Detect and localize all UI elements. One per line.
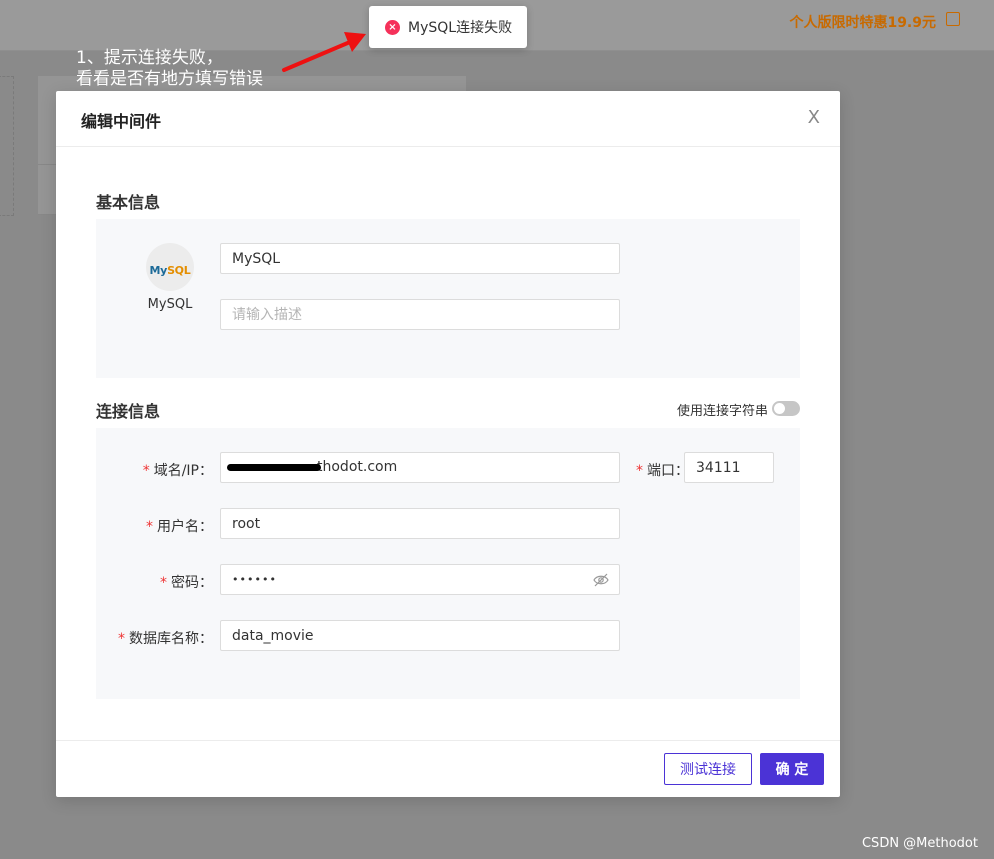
required-mark: * <box>118 631 125 647</box>
connection-info-title: 连接信息 <box>96 402 161 421</box>
required-mark: * <box>146 519 153 535</box>
close-icon[interactable]: X <box>808 107 820 129</box>
password-label: * 密码： <box>160 575 213 591</box>
required-mark: * <box>160 575 167 591</box>
host-value: thodot.com <box>317 459 398 475</box>
logo-caption: MySQL <box>147 297 193 312</box>
background-divider <box>38 164 58 165</box>
annotation-note: 1、提示连接失败， 看看是否有地方填写错误 <box>76 48 263 90</box>
required-mark: * <box>636 463 643 479</box>
toggle-knob <box>774 403 785 414</box>
eye-slash-icon[interactable] <box>593 573 609 587</box>
background-divider <box>38 214 58 215</box>
port-input[interactable] <box>684 452 774 483</box>
redaction-mark <box>227 464 321 471</box>
red-arrow-icon <box>282 32 366 72</box>
error-toast: × MySQL连接失败 <box>369 6 527 48</box>
watermark: CSDN @Methodot <box>861 836 978 851</box>
host-label: * 域名/IP： <box>142 463 213 479</box>
connection-string-toggle-label: 使用连接字符串 <box>676 404 768 419</box>
toast-message: MySQL连接失败 <box>408 20 513 36</box>
password-input[interactable]: •••••• <box>220 564 620 595</box>
password-value: •••••• <box>232 573 277 586</box>
annotation-line-2: 看看是否有地方填写错误 <box>76 69 263 89</box>
username-input[interactable] <box>220 508 620 539</box>
basic-info-title: 基本信息 <box>96 193 161 212</box>
host-input[interactable]: thodot.com <box>220 452 620 483</box>
confirm-button[interactable]: 确 定 <box>760 753 824 785</box>
mysql-logo-icon: MySQL <box>146 243 194 291</box>
test-connection-button[interactable]: 测试连接 <box>664 753 752 785</box>
connection-string-toggle[interactable] <box>772 401 800 416</box>
modal-header: 编辑中间件 X <box>56 91 840 147</box>
logo-text-main: My <box>149 263 168 277</box>
modal-footer: 测试连接 确 定 <box>56 740 840 798</box>
modal-title: 编辑中间件 <box>81 112 162 131</box>
database-label: * 数据库名称： <box>118 631 213 647</box>
promo-icon[interactable] <box>946 12 960 26</box>
port-label: * 端口： <box>636 463 689 479</box>
error-icon: × <box>385 19 400 35</box>
logo-text-accent: SQL <box>167 263 191 277</box>
edit-middleware-modal: 编辑中间件 X 基本信息 MySQL MySQL 连接信息 使用连接字符串 *域… <box>56 91 840 797</box>
required-mark: * <box>142 463 150 479</box>
username-label: * 用户名： <box>146 519 213 535</box>
promo-text[interactable]: 个人版限时特惠19.9元 <box>789 12 936 32</box>
background-dashed-card <box>0 76 14 216</box>
database-input[interactable] <box>220 620 620 651</box>
annotation-line-1: 1、提示连接失败， <box>76 48 223 68</box>
description-input[interactable] <box>220 299 620 330</box>
name-input[interactable] <box>220 243 620 274</box>
